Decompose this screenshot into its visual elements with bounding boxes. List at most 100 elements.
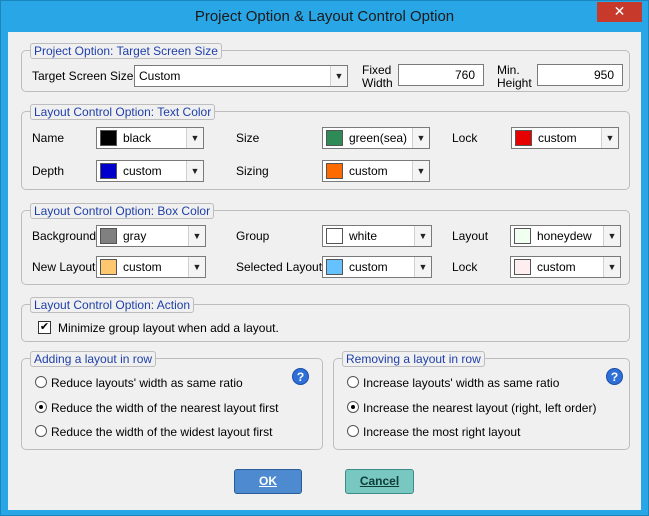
color-swatch [326,228,343,244]
box-color-group-label: Group [236,229,270,243]
removing-option-label-1: Increase the nearest layout (right, left… [363,401,597,415]
box-color-selected-layout-select[interactable]: custom ▼ [322,256,432,278]
color-swatch [100,163,117,179]
action-legend: Layout Control Option: Action [30,297,195,313]
chevron-down-icon[interactable]: ▼ [188,257,205,277]
box-color-lock-label: Lock [452,260,478,274]
text-color-sizing-select[interactable]: custom ▼ [322,160,430,182]
box-color-lock-select[interactable]: custom ▼ [510,256,621,278]
box-color-group: Layout Control Option: Box Color Backgro… [21,203,630,285]
box-color-new-layout-value: custom [123,260,162,274]
ok-button[interactable]: OK [234,469,302,494]
min-height-label-line1: Min. [497,63,520,77]
chevron-down-icon[interactable]: ▼ [186,128,203,148]
box-color-background-label: Background [32,229,97,243]
box-color-layout-select[interactable]: honeydew ▼ [510,225,621,247]
target-screen-value: Custom [139,69,181,83]
help-icon[interactable]: ? [606,368,623,385]
target-screen-select[interactable]: Custom ▼ [134,65,348,87]
text-color-size-select[interactable]: green(sea) ▼ [322,127,430,149]
removing-option-label-2: Increase the most right layout [363,425,521,439]
box-color-lock-value: custom [537,260,576,274]
box-color-new-layout-label: New Layout [32,260,96,274]
removing-option-radio-1[interactable] [347,401,359,413]
adding-option-label-2: Reduce the width of the widest layout fi… [51,425,273,439]
box-color-selected-layout-value: custom [349,260,388,274]
removing-layout-group: Removing a layout in row ? Increase layo… [333,351,630,450]
text-color-group: Layout Control Option: Text Color Name b… [21,104,630,190]
dialog-window: Project Option & Layout Control Option ✕… [0,0,649,516]
dialog-content: Project Option: Target Screen Size Targe… [8,32,641,510]
adding-layout-legend: Adding a layout in row [30,351,157,367]
box-color-background-select[interactable]: gray ▼ [96,225,206,247]
close-button[interactable]: ✕ [597,2,642,22]
chevron-down-icon[interactable]: ▼ [414,226,431,246]
fixed-width-label-line2: Width [362,76,393,90]
box-color-background-value: gray [123,229,147,243]
title-bar[interactable]: Project Option & Layout Control Option ✕ [1,1,648,32]
adding-option-radio-2[interactable] [35,425,47,437]
text-color-depth-label: Depth [32,164,65,178]
text-color-legend: Layout Control Option: Text Color [30,104,216,120]
text-color-lock-value: custom [538,131,577,145]
min-height-input[interactable]: 950 [537,64,623,86]
chevron-down-icon[interactable]: ▼ [412,128,429,148]
cancel-button[interactable]: Cancel [345,469,414,494]
color-swatch [100,259,117,275]
box-color-legend: Layout Control Option: Box Color [30,203,215,219]
box-color-layout-value: honeydew [537,229,592,243]
text-color-name-select[interactable]: black ▼ [96,127,204,149]
color-swatch [514,259,531,275]
text-color-lock-select[interactable]: custom ▼ [511,127,619,149]
box-color-selected-layout-label: Selected Layout [236,260,323,274]
color-swatch [326,163,343,179]
removing-option-label-0: Increase layouts' width as same ratio [363,376,560,390]
target-screen-group: Project Option: Target Screen Size Targe… [21,43,630,92]
box-color-group-value: white [349,229,378,243]
window-title: Project Option & Layout Control Option [194,8,455,25]
text-color-lock-label: Lock [452,131,478,145]
text-color-size-label: Size [236,131,260,145]
removing-option-radio-2[interactable] [347,425,359,437]
color-swatch [326,259,343,275]
target-screen-label: Target Screen Size [32,69,134,83]
text-color-depth-select[interactable]: custom ▼ [96,160,204,182]
text-color-sizing-value: custom [349,164,388,178]
min-height-label-line2: Height [497,76,532,90]
color-swatch [515,130,532,146]
text-color-size-value: green(sea) [349,131,408,145]
box-color-group-select[interactable]: white ▼ [322,225,432,247]
chevron-down-icon[interactable]: ▼ [186,161,203,181]
adding-option-label-0: Reduce layouts' width as same ratio [51,376,243,390]
minimize-group-checkbox[interactable]: ✔ [38,321,51,334]
color-swatch [100,130,117,146]
text-color-name-value: black [123,131,152,145]
text-color-sizing-label: Sizing [236,164,269,178]
chevron-down-icon[interactable]: ▼ [412,161,429,181]
chevron-down-icon[interactable]: ▼ [603,226,620,246]
color-swatch [100,228,117,244]
removing-layout-legend: Removing a layout in row [342,351,485,367]
chevron-down-icon[interactable]: ▼ [603,257,620,277]
color-swatch [326,130,343,146]
adding-option-radio-0[interactable] [35,376,47,388]
adding-layout-group: Adding a layout in row ? Reduce layouts'… [21,351,323,450]
chevron-down-icon[interactable]: ▼ [330,66,347,86]
box-color-new-layout-select[interactable]: custom ▼ [96,256,206,278]
removing-option-radio-0[interactable] [347,376,359,388]
box-color-layout-label: Layout [452,229,489,243]
color-swatch [514,228,531,244]
minimize-group-label: Minimize group layout when add a layout. [58,321,279,335]
action-group: Layout Control Option: Action ✔ Minimize… [21,297,630,342]
text-color-name-label: Name [32,131,65,145]
fixed-width-input[interactable]: 760 [398,64,484,86]
chevron-down-icon[interactable]: ▼ [601,128,618,148]
target-screen-legend: Project Option: Target Screen Size [30,43,222,59]
help-icon[interactable]: ? [292,368,309,385]
chevron-down-icon[interactable]: ▼ [414,257,431,277]
fixed-width-label-line1: Fixed [362,63,392,77]
adding-option-label-1: Reduce the width of the nearest layout f… [51,401,279,415]
chevron-down-icon[interactable]: ▼ [188,226,205,246]
text-color-depth-value: custom [123,164,162,178]
adding-option-radio-1[interactable] [35,401,47,413]
